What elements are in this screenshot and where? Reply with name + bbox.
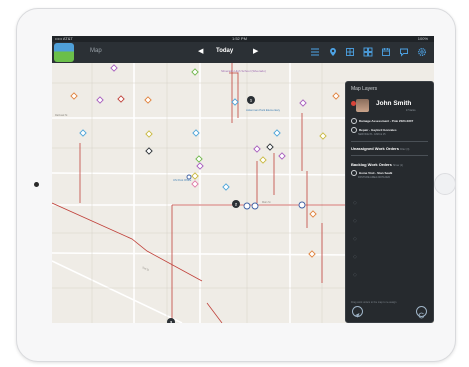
diamond-placeholder-icon: ◇ [353, 200, 357, 206]
numbered-pins[interactable] [167, 96, 255, 323]
refresh-button[interactable] [416, 306, 427, 319]
pin-icon[interactable] [328, 47, 338, 57]
marker-diamond [266, 143, 274, 151]
map-label-ackerman: Ackerman Park Elementary [246, 108, 281, 112]
refresh-icon [418, 312, 425, 319]
marker-diamond [70, 92, 78, 100]
marker-diamond [96, 96, 104, 104]
panel-footer-note: Drag work orders to the map to re-assign [351, 301, 397, 304]
diamond-placeholder-icon: ◇ [353, 218, 357, 224]
divider [351, 155, 428, 156]
date-label[interactable]: Today [216, 48, 233, 54]
marker-diamond [308, 250, 316, 258]
top-nav-bar: Map ◀ Today ▶ [52, 42, 434, 63]
home-button[interactable] [434, 173, 456, 195]
marker-diamond [192, 129, 200, 137]
marker-diamond [79, 129, 87, 137]
gear-icon[interactable] [417, 47, 427, 57]
marker-diamond [273, 129, 281, 137]
list-icon[interactable] [310, 47, 320, 57]
marker-circle [186, 174, 192, 180]
nav-title: Map [90, 48, 102, 54]
app-screen: ••••• AT&T 1:52 PM 100% Map ◀ Today ▶ Si… [52, 36, 434, 323]
app-logo-icon[interactable] [54, 43, 74, 62]
marker-diamond [196, 162, 204, 170]
backlog-header[interactable]: Backlog Work Orders Show (1) [351, 162, 403, 167]
avatar[interactable] [356, 99, 369, 112]
user-name: John Smith [376, 100, 412, 107]
marker-diamond [332, 92, 340, 100]
marker-diamond [231, 98, 239, 106]
marker-diamond [259, 156, 267, 164]
marker-diamond [195, 155, 203, 163]
backlog-item[interactable]: Home Visit - Stan Sealk PASTURE AREA 200… [351, 170, 392, 179]
calendar-icon[interactable] [381, 47, 391, 57]
map-layers-panel: Map Layers John Smith 17 items Damage As… [345, 81, 434, 323]
utility-lines [52, 63, 352, 323]
marker-diamond [191, 68, 199, 76]
marker-diamond [117, 95, 125, 103]
street-label-main: Main St [262, 201, 271, 204]
marker-circle [298, 201, 306, 209]
marker-circle [243, 202, 251, 210]
street-label-railroad: Railroad St [55, 114, 68, 117]
chevron-right-icon[interactable]: ▶ [253, 47, 258, 55]
work-order-item[interactable]: Damage Assessment - Pole 2024-0307 [351, 118, 413, 124]
asset-markers[interactable] [186, 174, 306, 210]
navigation-arrow-icon [355, 313, 360, 318]
camera-dot [34, 182, 39, 187]
pin-icon [351, 127, 357, 133]
chevron-left-icon[interactable]: ◀ [198, 47, 203, 55]
marker-diamond [110, 64, 118, 72]
user-item-count: 17 items [406, 109, 416, 112]
marker-diamond [144, 96, 152, 104]
panel-title: Map Layers [351, 86, 378, 92]
divider [351, 141, 428, 142]
street-label-2nd: 2nd St [142, 266, 150, 272]
marker-diamond [253, 145, 261, 153]
pin-icon [351, 170, 357, 176]
map-label-high-school: Silverado High School (Silverado) [221, 69, 266, 73]
work-order-markers[interactable] [70, 64, 340, 323]
marker-diamond [222, 183, 230, 191]
marker-diamond [309, 210, 317, 218]
locate-button[interactable] [352, 306, 363, 318]
diamond-placeholder-icon: ◇ [353, 254, 357, 260]
chat-icon[interactable] [399, 47, 409, 57]
grid-icon[interactable] [363, 47, 373, 57]
diamond-placeholder-icon: ◇ [353, 272, 357, 278]
marker-diamond [145, 130, 153, 138]
layers-icon[interactable] [345, 47, 355, 57]
marker-diamond [299, 99, 307, 107]
marker-diamond [278, 152, 286, 160]
diamond-placeholder-icon: ◇ [353, 236, 357, 242]
marker-circle [251, 202, 259, 210]
unassigned-header[interactable]: Unassigned Work Orders Filter (3) [351, 146, 409, 151]
pin-icon [351, 118, 357, 124]
marker-diamond [319, 132, 327, 140]
work-order-item[interactable]: Repair - Gaylord Gonzales SERVICE PL. 18… [351, 127, 397, 136]
marker-diamond [191, 180, 199, 188]
marker-diamond [145, 147, 153, 155]
